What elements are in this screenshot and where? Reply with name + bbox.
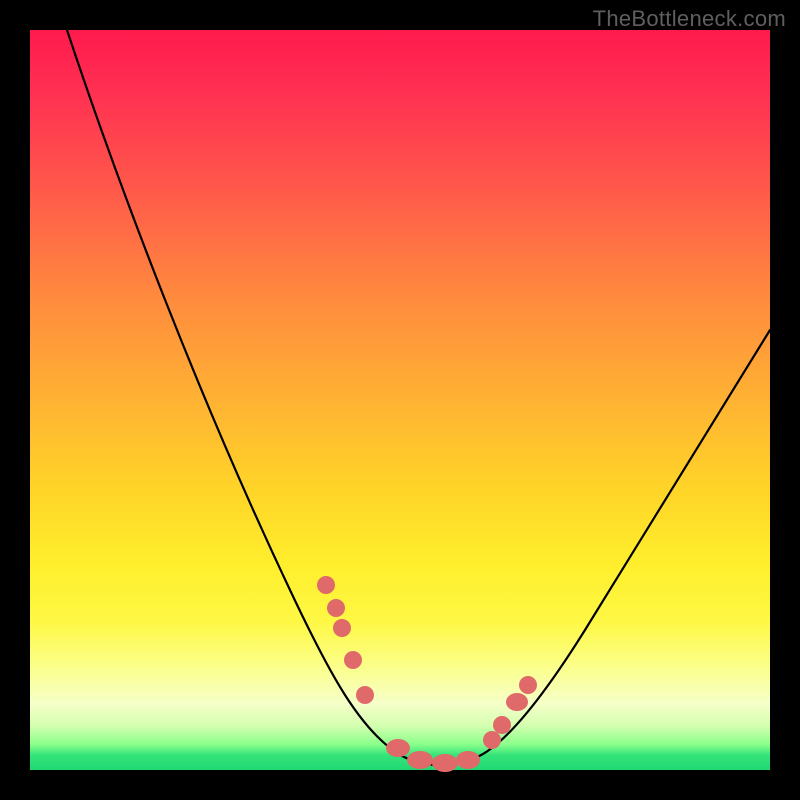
marker-dot bbox=[317, 576, 335, 594]
marker-dot bbox=[493, 716, 511, 734]
chart-plot-area bbox=[30, 30, 770, 770]
marker-dot bbox=[386, 739, 410, 757]
marker-dot bbox=[519, 676, 537, 694]
marker-dot bbox=[483, 731, 501, 749]
marker-dot bbox=[356, 686, 374, 704]
marker-dot bbox=[344, 651, 362, 669]
marker-group bbox=[317, 576, 537, 772]
bottleneck-curve bbox=[67, 30, 770, 765]
chart-frame: TheBottleneck.com bbox=[0, 0, 800, 800]
watermark-text: TheBottleneck.com bbox=[593, 6, 786, 32]
marker-dot bbox=[456, 751, 480, 769]
marker-dot bbox=[432, 754, 458, 772]
marker-dot bbox=[506, 693, 528, 711]
marker-dot bbox=[327, 599, 345, 617]
marker-dot bbox=[407, 751, 433, 769]
marker-dot bbox=[333, 619, 351, 637]
chart-svg bbox=[30, 30, 770, 770]
